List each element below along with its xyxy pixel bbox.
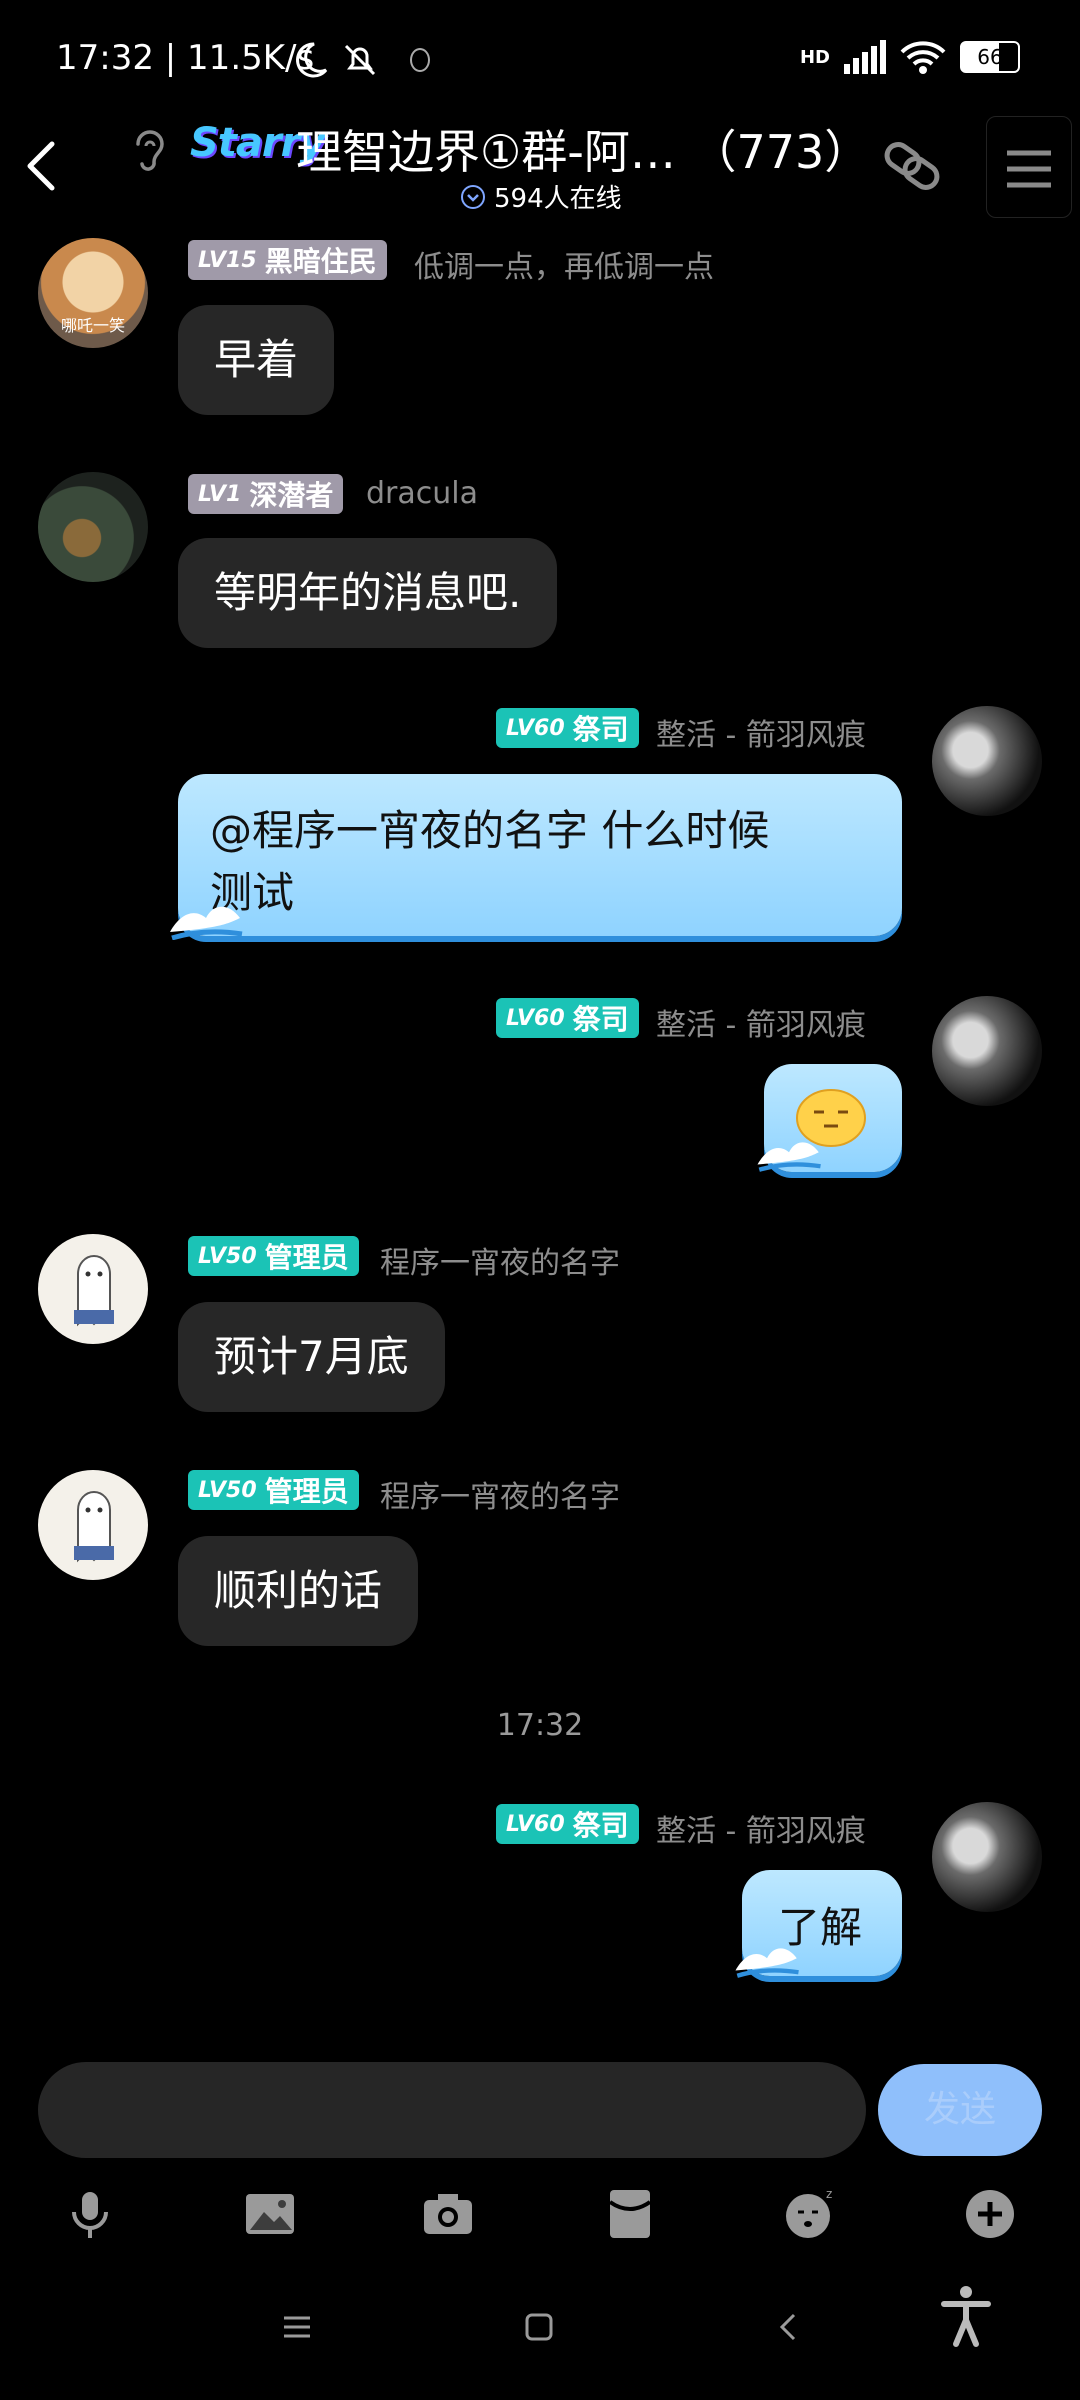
role-label: 祭司 [572, 1003, 629, 1036]
sender-name[interactable]: 整活 - 箭羽风痕 [656, 710, 866, 754]
level-label: LV60 [506, 715, 565, 741]
status-time-speed: 17:32 | 11.5K/s [56, 38, 315, 78]
avatar[interactable] [38, 1470, 148, 1580]
avatar-caption: 哪吒一笑 [60, 316, 125, 335]
online-count[interactable]: 594人在线 [460, 178, 622, 215]
avatar[interactable] [932, 706, 1042, 816]
moon-icon [296, 42, 328, 78]
group-title[interactable]: 理智边界①群-阿… （773） [296, 116, 870, 182]
camera-icon[interactable] [420, 2186, 476, 2242]
message-bubble[interactable]: 早着 [178, 305, 335, 415]
message-text-line: @程序一宵夜的名字 什么时候 [210, 806, 770, 855]
sender-name[interactable]: 程序一宵夜的名字 [380, 1238, 620, 1282]
role-label: 管理员 [264, 1241, 349, 1274]
app-notify-icon [410, 48, 430, 72]
level-badge: LV50 管理员 [188, 1236, 359, 1276]
message-bubble[interactable]: @程序一宵夜的名字 什么时候 测试 [170, 774, 902, 940]
wave-decoration-icon [735, 1948, 799, 1978]
online-count-label: 594人在线 [494, 184, 622, 214]
message-input[interactable] [38, 2062, 866, 2158]
avatar[interactable] [932, 996, 1042, 1106]
sender-name[interactable]: 低调一点，再低调一点 [414, 242, 714, 286]
sender-name[interactable]: dracula [366, 476, 478, 511]
message-bubble[interactable]: 了解 [735, 1870, 902, 1978]
level-badge: LV60 祭司 [496, 998, 639, 1038]
message-text-line: 测试 [210, 868, 295, 917]
level-label: LV50 [198, 1477, 257, 1503]
mute-bell-icon [344, 44, 376, 76]
wave-decoration-icon [757, 1142, 821, 1172]
menu-button[interactable] [986, 116, 1072, 218]
role-label: 祭司 [572, 713, 629, 746]
sender-name[interactable]: 程序一宵夜的名字 [380, 1472, 620, 1516]
level-label: LV1 [198, 481, 242, 507]
recent-apps-icon[interactable] [280, 2310, 314, 2344]
level-badge: LV1 深潜者 [188, 474, 344, 514]
wifi-icon [900, 41, 946, 74]
time-divider: 17:32 [496, 1708, 584, 1743]
sender-name[interactable]: 整活 - 箭羽风痕 [656, 1000, 866, 1044]
message-bubble[interactable]: 等明年的消息吧. [178, 538, 558, 648]
plus-icon[interactable] [962, 2186, 1018, 2242]
wave-decoration-icon [170, 906, 243, 940]
sender-name[interactable]: 整活 - 箭羽风痕 [656, 1806, 866, 1850]
message-bubble[interactable] [757, 1064, 902, 1172]
back-nav-icon[interactable] [772, 2310, 806, 2344]
level-label: LV50 [198, 1243, 257, 1269]
ear-icon[interactable] [130, 124, 170, 174]
level-badge: LV15 黑暗住民 [188, 240, 387, 280]
back-arrow-icon[interactable] [18, 136, 68, 196]
chevron-circle-icon [461, 184, 485, 209]
ghost-avatar-icon [74, 1255, 114, 1327]
level-badge: LV50 管理员 [188, 1470, 359, 1510]
chat-header: Starry 理智边界①群-阿… （773） 594人在线 [0, 110, 1080, 220]
hamburger-icon [1007, 150, 1051, 188]
battery-icon: 66 [960, 41, 1020, 73]
status-right: HD 66 [800, 40, 1020, 74]
role-label: 深潜者 [249, 479, 334, 512]
signal-icon [844, 40, 886, 74]
status-bar: 17:32 | 11.5K/s HD 66 [0, 0, 1080, 120]
accessibility-icon[interactable] [938, 2284, 994, 2348]
image-icon[interactable] [242, 2186, 298, 2242]
network-label: HD [799, 46, 830, 68]
level-badge: LV60 祭司 [496, 1804, 639, 1844]
role-label: 管理员 [264, 1475, 349, 1508]
avatar[interactable] [38, 472, 148, 582]
avatar[interactable]: 哪吒一笑 [38, 238, 148, 348]
message-bubble[interactable]: 顺利的话 [178, 1536, 419, 1646]
level-label: LV60 [506, 1005, 565, 1031]
microphone-icon[interactable] [62, 2186, 118, 2242]
sticker-icon[interactable]: z [782, 2186, 838, 2242]
avatar[interactable] [38, 1234, 148, 1344]
level-label: LV60 [506, 1811, 565, 1837]
send-button[interactable]: 发送 [878, 2064, 1042, 2156]
red-packet-icon[interactable] [602, 2186, 658, 2242]
role-label: 祭司 [572, 1809, 629, 1842]
message-bubble[interactable]: 预计7月底 [178, 1302, 445, 1412]
svg-text:z: z [826, 2187, 832, 2201]
link-share-icon[interactable] [880, 134, 944, 198]
ghost-avatar-icon [74, 1491, 114, 1563]
level-label: LV15 [198, 247, 257, 273]
level-badge: LV60 祭司 [496, 708, 639, 748]
avatar[interactable] [932, 1802, 1042, 1912]
role-label: 黑暗住民 [264, 245, 377, 278]
home-icon[interactable] [522, 2310, 556, 2344]
